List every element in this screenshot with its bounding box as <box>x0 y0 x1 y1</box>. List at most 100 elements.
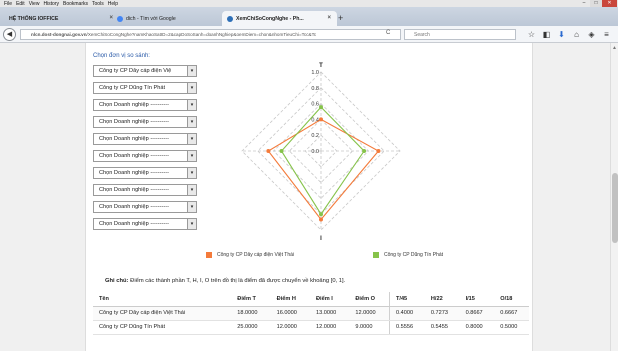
menu-view[interactable]: View <box>29 1 40 7</box>
scroll-up-icon[interactable]: ▲ <box>612 45 617 51</box>
table-cell: 18.0000 <box>231 306 271 321</box>
chevron-down-icon: ▾ <box>187 66 196 76</box>
table-cell: 12.0000 <box>310 320 350 335</box>
table-cell: 0.8667 <box>459 306 495 321</box>
select-value: Chọn Doanh nghiệp ---------- <box>99 204 169 210</box>
tab-ioffice[interactable]: HỆ THỐNG IOFFICE × <box>4 11 119 26</box>
close-window-button[interactable]: ✕ <box>602 0 617 7</box>
table-cell: 13.0000 <box>310 306 350 321</box>
tab-google[interactable]: dich - Tìm với Google × <box>112 11 232 26</box>
new-tab-button[interactable]: + <box>338 13 343 23</box>
data-point-s2-h <box>362 149 367 153</box>
menu-history[interactable]: History <box>43 1 59 7</box>
table-row: Công ty CP Dũng Tín Phát 25.0000 12.0000 12… <box>93 320 529 335</box>
table-cell: 0.8000 <box>459 320 495 335</box>
navigation-bar: ◀ nlcn.dost-dongnai.gov.vn/XemChiSoCongN… <box>0 26 618 43</box>
column-header: Điểm T <box>231 292 271 307</box>
series-line-1 <box>267 118 380 221</box>
tab-bar: HỆ THỐNG IOFFICE × dich - Tìm với Google… <box>0 7 618 26</box>
score-table: Tên Điểm T Điểm H Điểm I Điểm O T/45 H/22 I/15 O… <box>93 292 529 335</box>
tick-label: 0.0 <box>311 149 319 155</box>
back-button[interactable]: ◀ <box>3 28 16 41</box>
company-select-3[interactable]: Chọn Doanh nghiệp ---------- ▾ <box>93 99 197 111</box>
legend-label: Công ty CP Dũng Tín Phát <box>384 252 444 258</box>
select-value: Chọn Doanh nghiệp ---------- <box>99 170 169 176</box>
chart-note: Ghi chú: Điểm các thành phần T, H, I, O … <box>105 278 345 284</box>
table-body: Công ty CP Dây cáp điện Việt Thái 18.0000… <box>93 306 529 335</box>
company-select-8[interactable]: Chọn Doanh nghiệp ---------- ▾ <box>93 184 197 196</box>
menu-tools[interactable]: Tools <box>92 1 104 7</box>
close-tab-icon[interactable]: × <box>327 15 331 21</box>
table-cell: 0.6667 <box>494 306 529 321</box>
url-path: /XemChiSoCongNghe?namKhaoSatID=2&capDoSo… <box>86 32 317 37</box>
legend-swatch <box>206 252 212 258</box>
data-point-s1-i <box>319 217 323 222</box>
minimize-button[interactable]: – <box>578 0 590 7</box>
search-input[interactable]: Search <box>404 29 516 40</box>
url-host: nlcn.dost-dongnai.gov.vn <box>31 32 87 37</box>
maximize-button[interactable]: □ <box>590 0 602 7</box>
table-cell: 9.0000 <box>349 320 390 335</box>
download-icon[interactable]: ⬇ <box>556 29 567 40</box>
compare-label: Chọn đơn vị so sánh: <box>93 53 150 59</box>
legend-label: Công ty CP Dây cáp điện Việt Thái <box>217 252 294 258</box>
chevron-down-icon: ▾ <box>187 100 196 110</box>
pocket-icon[interactable]: ◈ <box>586 29 597 40</box>
menu-file[interactable]: File <box>4 1 12 7</box>
bookmark-star-icon[interactable]: ☆ <box>526 29 537 40</box>
tab-label: XemChiSoCongNghe - Ph... <box>236 15 304 22</box>
chevron-down-icon: ▾ <box>187 151 196 161</box>
tick-label: 0.8 <box>311 86 319 92</box>
legend-item-dung-tin-phat: Công ty CP Dũng Tín Phát <box>373 252 443 258</box>
chevron-down-icon: ▾ <box>187 185 196 195</box>
chevron-down-icon: ▾ <box>187 168 196 178</box>
column-header: H/22 <box>424 292 460 307</box>
company-select-6[interactable]: Chọn Doanh nghiệp ---------- ▾ <box>93 150 197 162</box>
chevron-down-icon: ▾ <box>187 219 196 229</box>
select-value: Công ty CP Dũng Tín Phát <box>99 85 166 91</box>
table-cell: 12.0000 <box>349 306 390 321</box>
menu-icon[interactable]: ≡ <box>601 29 612 40</box>
table-header-row: Tên Điểm T Điểm H Điểm I Điểm O T/45 H/22 I/15 O… <box>93 292 529 307</box>
series-line-2 <box>280 106 365 216</box>
menu-bookmarks[interactable]: Bookmarks <box>63 1 88 7</box>
table-cell: 0.5000 <box>494 320 529 335</box>
data-point-s2-t <box>319 105 323 110</box>
url-bar[interactable]: nlcn.dost-dongnai.gov.vn/XemChiSoCongNgh… <box>20 29 401 40</box>
tab-label: HỆ THỐNG IOFFICE <box>9 15 59 22</box>
data-point-s2-i <box>319 212 323 217</box>
page-scrollbar[interactable]: ▲ <box>610 43 618 351</box>
table-cell: 0.4000 <box>388 306 425 321</box>
note-text: Điểm các thành phần T, H, I, O trên đồ t… <box>128 278 346 284</box>
select-value: Chọn Doanh nghiệp ---------- <box>99 221 169 227</box>
menu-bar: File Edit View History Bookmarks Tools H… <box>0 0 618 7</box>
column-header: Tên <box>93 292 232 307</box>
company-select-5[interactable]: Chọn Doanh nghiệp ---------- ▾ <box>93 133 197 145</box>
column-header: Điểm I <box>310 292 350 307</box>
reload-icon[interactable]: C <box>386 30 390 36</box>
company-select-2[interactable]: Công ty CP Dũng Tín Phát ▾ <box>93 82 197 94</box>
table-cell: 16.0000 <box>270 306 310 321</box>
column-header: Điểm O <box>349 292 390 307</box>
company-select-1[interactable]: Công ty CP Dây cáp điện Việ ▾ <box>93 65 197 77</box>
table-cell: 0.7273 <box>424 306 460 321</box>
scrollbar-thumb[interactable] <box>612 173 618 243</box>
company-select-10[interactable]: Chọn Doanh nghiệp ---------- ▾ <box>93 218 197 230</box>
table-cell: 0.5455 <box>424 320 460 335</box>
column-header: O/18 <box>494 292 529 307</box>
globe-icon <box>227 15 233 22</box>
home-icon[interactable]: ⌂ <box>571 29 582 40</box>
reading-list-icon[interactable]: ◧ <box>541 29 552 40</box>
menu-help[interactable]: Help <box>108 1 118 7</box>
google-icon <box>117 15 123 22</box>
select-value: Công ty CP Dây cáp điện Việ <box>99 68 172 74</box>
tab-xemchisocongnghe[interactable]: XemChiSoCongNghe - Ph... × <box>222 11 337 26</box>
chevron-down-icon: ▾ <box>187 83 196 93</box>
menu-edit[interactable]: Edit <box>16 1 25 7</box>
column-header: I/15 <box>459 292 495 307</box>
data-point-s1-t <box>319 117 323 122</box>
company-select-4[interactable]: Chọn Doanh nghiệp ---------- ▾ <box>93 116 197 128</box>
company-select-9[interactable]: Chọn Doanh nghiệp ---------- ▾ <box>93 201 197 213</box>
company-select-7[interactable]: Chọn Doanh nghiệp ---------- ▾ <box>93 167 197 179</box>
data-point-s1-o <box>266 149 271 153</box>
